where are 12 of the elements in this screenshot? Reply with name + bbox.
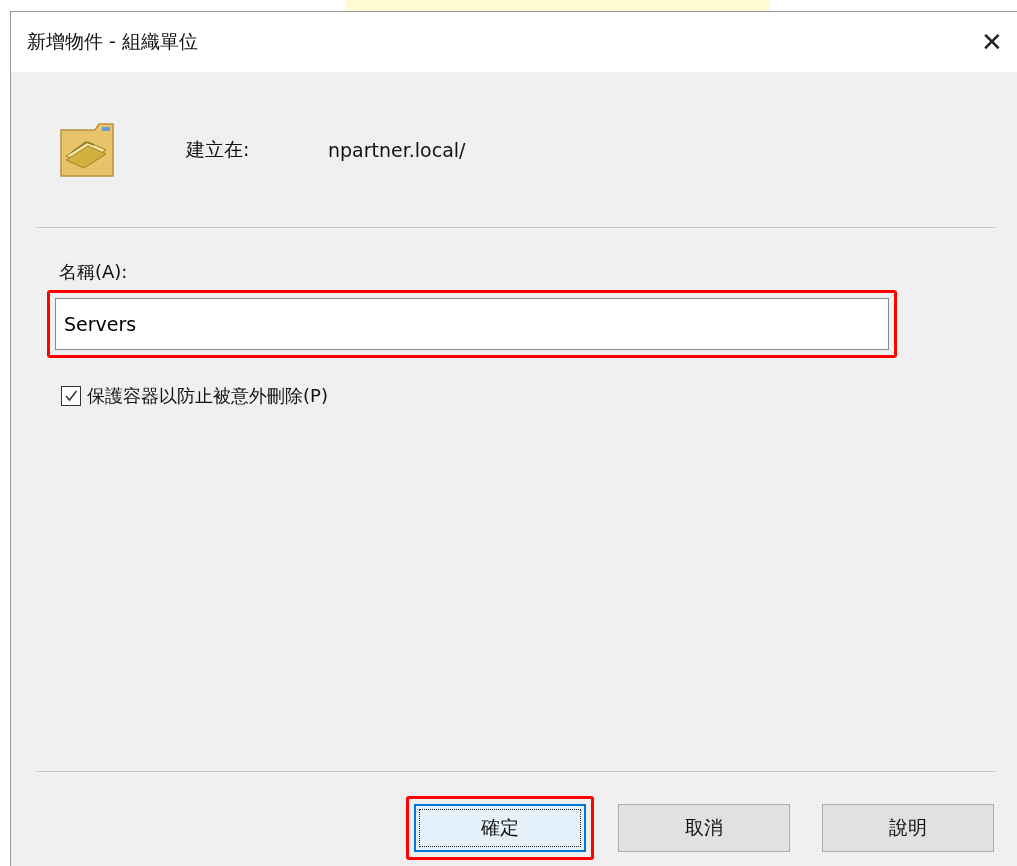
checkbox[interactable] <box>61 386 81 406</box>
dialog-button[interactable]: 確定 <box>414 804 586 852</box>
dialog-button[interactable]: 說明 <box>822 804 994 852</box>
name-input-field[interactable]: Servers <box>55 298 889 350</box>
folder-book-icon <box>58 121 116 178</box>
location-value: npartner.local/ <box>328 138 466 161</box>
name-label: 名稱(A): <box>59 260 129 284</box>
location-label: 建立在: <box>186 136 251 162</box>
window-title: 新增物件 - 組織單位 <box>27 29 198 54</box>
dialog-button[interactable]: 取消 <box>618 804 790 852</box>
close-button[interactable]: ✕ <box>967 17 1017 67</box>
checkbox-label: 保護容器以防止被意外刪除(P) <box>87 384 328 408</box>
